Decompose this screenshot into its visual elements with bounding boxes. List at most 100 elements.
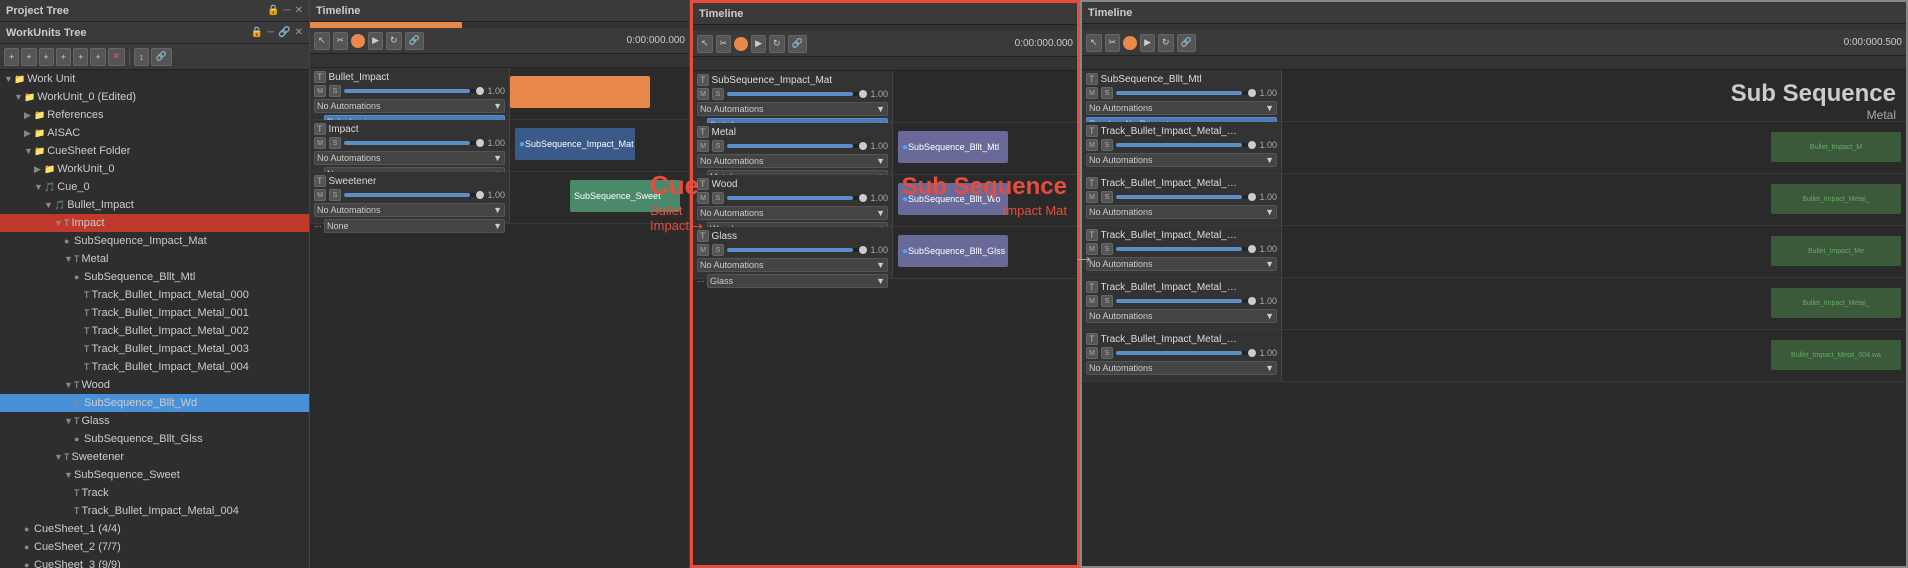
solo-btn-t001[interactable]: S	[1101, 191, 1113, 203]
solo-btn-sbm[interactable]: S	[1101, 87, 1113, 99]
solo-btn-t000[interactable]: S	[1101, 139, 1113, 151]
tree-item-cuesheet2[interactable]: ● CueSheet_2 (7/7)	[0, 538, 309, 556]
track-slider-t002[interactable]	[1116, 247, 1256, 251]
automation-dropdown-t004[interactable]: No Automations ▼	[1086, 361, 1277, 375]
automation-dropdown-t001[interactable]: No Automations ▼	[1086, 205, 1277, 219]
tree-item-sweetener[interactable]: ▼ T Sweetener	[0, 448, 309, 466]
delete-btn[interactable]: ✕	[108, 48, 126, 66]
mute-btn-glass-2[interactable]: M	[697, 244, 709, 256]
tree-item-track-inner[interactable]: T Track	[0, 484, 309, 502]
cursor-tool-btn-2[interactable]: ↖	[697, 35, 713, 53]
track-slider-bullet[interactable]	[344, 89, 484, 93]
mute-btn-t003[interactable]: M	[1086, 295, 1098, 307]
mute-btn-subseq-impact[interactable]: M	[697, 88, 709, 100]
mute-btn-wood-2[interactable]: M	[697, 192, 709, 204]
cue-block-metal-2[interactable]: ● SubSequence_Bllt_Mtl	[898, 131, 1008, 163]
play-btn-3[interactable]: ▶	[1140, 34, 1155, 52]
mute-btn-bullet[interactable]: M	[314, 85, 326, 97]
solo-btn-metal-2[interactable]: S	[712, 140, 724, 152]
tree-item-cue0[interactable]: ▼ 🎵 Cue_0	[0, 178, 309, 196]
mute-btn-t000[interactable]: M	[1086, 139, 1098, 151]
tree-item-track-004b[interactable]: T Track_Bullet_Impact_Metal_004	[0, 502, 309, 520]
automation-dropdown-sbm[interactable]: No Automations ▼	[1086, 101, 1277, 115]
solo-btn-t002[interactable]: S	[1101, 243, 1113, 255]
tree-item-workunit0-inner[interactable]: ▶ 📁 WorkUnit_0	[0, 160, 309, 178]
link-icon[interactable]: 🔗	[278, 27, 290, 38]
add3-btn[interactable]: +	[39, 48, 54, 66]
loop-btn-1[interactable]: ↻	[386, 32, 402, 50]
sort-btn[interactable]: ↕	[134, 48, 149, 66]
tree-item-track-002[interactable]: T Track_Bullet_Impact_Metal_002	[0, 322, 309, 340]
tree-item-track-000[interactable]: T Track_Bullet_Impact_Metal_000	[0, 286, 309, 304]
solo-btn-sweetener[interactable]: S	[329, 189, 341, 201]
mute-btn-impact[interactable]: M	[314, 137, 326, 149]
cursor-tool-btn-3[interactable]: ↖	[1086, 34, 1102, 52]
mute-btn-t004[interactable]: M	[1086, 347, 1098, 359]
mute-btn-t001[interactable]: M	[1086, 191, 1098, 203]
scissors-tool-btn-2[interactable]: ✂	[716, 35, 732, 53]
tree-item-track-003[interactable]: T Track_Bullet_Impact_Metal_003	[0, 340, 309, 358]
automation-dropdown-t000[interactable]: No Automations ▼	[1086, 153, 1277, 167]
cue-block-subseq-impact[interactable]: ● SubSequence_Impact_Mat	[515, 128, 635, 160]
dots-sweetener[interactable]: ⋯	[314, 222, 322, 231]
cue-block-wood-2[interactable]: ● SubSequence_Bllt_Wo	[898, 183, 1008, 215]
tree-item-subseq-blt-glss[interactable]: ● SubSequence_Bllt_Glss	[0, 430, 309, 448]
automation-dropdown-sweetener[interactable]: No Automations ▼	[314, 203, 505, 217]
solo-btn-glass-2[interactable]: S	[712, 244, 724, 256]
tree-item-subseq-impact-mat[interactable]: ● SubSequence_Impact_Mat	[0, 232, 309, 250]
dots-glass-2[interactable]: ⋯	[697, 277, 705, 286]
tree-item-workunit0[interactable]: ▼ 📁 WorkUnit_0 (Edited)	[0, 88, 309, 106]
minimize2-icon[interactable]: ─	[267, 27, 274, 38]
automation-dropdown-t003[interactable]: No Automations ▼	[1086, 309, 1277, 323]
tree-item-glass[interactable]: ▼ T Glass	[0, 412, 309, 430]
add2-btn[interactable]: +	[21, 48, 36, 66]
tree-item-subseq-blt-wd[interactable]: ● SubSequence_Bllt_Wd	[0, 394, 309, 412]
solo-btn-t004[interactable]: S	[1101, 347, 1113, 359]
track-slider-metal-2[interactable]	[727, 144, 867, 148]
tree-item-work-unit[interactable]: ▼ 📁 Work Unit	[0, 70, 309, 88]
close2-icon[interactable]: ✕	[295, 27, 303, 38]
add-btn[interactable]: +	[4, 48, 19, 66]
track-slider-impact[interactable]	[344, 141, 484, 145]
track-slider-sweetener[interactable]	[344, 193, 484, 197]
add6-btn[interactable]: +	[90, 48, 105, 66]
link-btn-3[interactable]: 🔗	[1177, 34, 1196, 52]
tree-item-bullet-impact[interactable]: ▼ 🎵 Bullet_Impact	[0, 196, 309, 214]
tree-item-cuesheet-folder[interactable]: ▼ 📁 CueSheet Folder	[0, 142, 309, 160]
tree-item-wood[interactable]: ▼ T Wood	[0, 376, 309, 394]
tree-item-references[interactable]: ▶ 📁 References	[0, 106, 309, 124]
track-slider-t000[interactable]	[1116, 143, 1256, 147]
loop-btn-3[interactable]: ↻	[1158, 34, 1174, 52]
track-slider-subseq-impact[interactable]	[727, 92, 867, 96]
mute-btn-sbm[interactable]: M	[1086, 87, 1098, 99]
close-icon[interactable]: ✕	[295, 5, 303, 16]
tree-item-track-001[interactable]: T Track_Bullet_Impact_Metal_001	[0, 304, 309, 322]
link-btn-1[interactable]: 🔗	[405, 32, 424, 50]
track-slider-t004[interactable]	[1116, 351, 1256, 355]
automation-dropdown-impact[interactable]: No Automations ▼	[314, 151, 505, 165]
tree-item-subseq-sweet[interactable]: ▼ SubSequence_Sweet	[0, 466, 309, 484]
link-btn-2[interactable]: 🔗	[788, 35, 807, 53]
add4-btn[interactable]: +	[56, 48, 71, 66]
track-slider-sbm[interactable]	[1116, 91, 1256, 95]
automation-dropdown-bullet[interactable]: No Automations ▼	[314, 99, 505, 113]
play-btn-1[interactable]: ▶	[368, 32, 383, 50]
tree-item-metal[interactable]: ▼ T Metal	[0, 250, 309, 268]
track-slider-wood-2[interactable]	[727, 196, 867, 200]
scissors-tool-btn-3[interactable]: ✂	[1105, 34, 1121, 52]
automation-dropdown-glass-2[interactable]: No Automations ▼	[697, 258, 888, 272]
automation-dropdown-wood-2[interactable]: No Automations ▼	[697, 206, 888, 220]
mute-btn-metal-2[interactable]: M	[697, 140, 709, 152]
scissors-tool-btn-1[interactable]: ✂	[333, 32, 349, 50]
cue-block-bullet-impact[interactable]	[510, 76, 650, 108]
mode-dropdown-glass-2[interactable]: Glass ▼	[707, 274, 888, 288]
tree-item-track-004[interactable]: T Track_Bullet_Impact_Metal_004	[0, 358, 309, 376]
mute-btn-sweetener[interactable]: M	[314, 189, 326, 201]
cue-block-subseq-sweet[interactable]: SubSequence_Sweet	[570, 180, 680, 212]
track-slider-t001[interactable]	[1116, 195, 1256, 199]
track-slider-t003[interactable]	[1116, 299, 1256, 303]
cue-block-glass-2[interactable]: ● SubSequence_Bllt_Glss	[898, 235, 1008, 267]
mode-dropdown-sweetener[interactable]: None ▼	[324, 219, 505, 233]
solo-btn-impact[interactable]: S	[329, 137, 341, 149]
tree-item-impact[interactable]: ▼ T Impact	[0, 214, 309, 232]
